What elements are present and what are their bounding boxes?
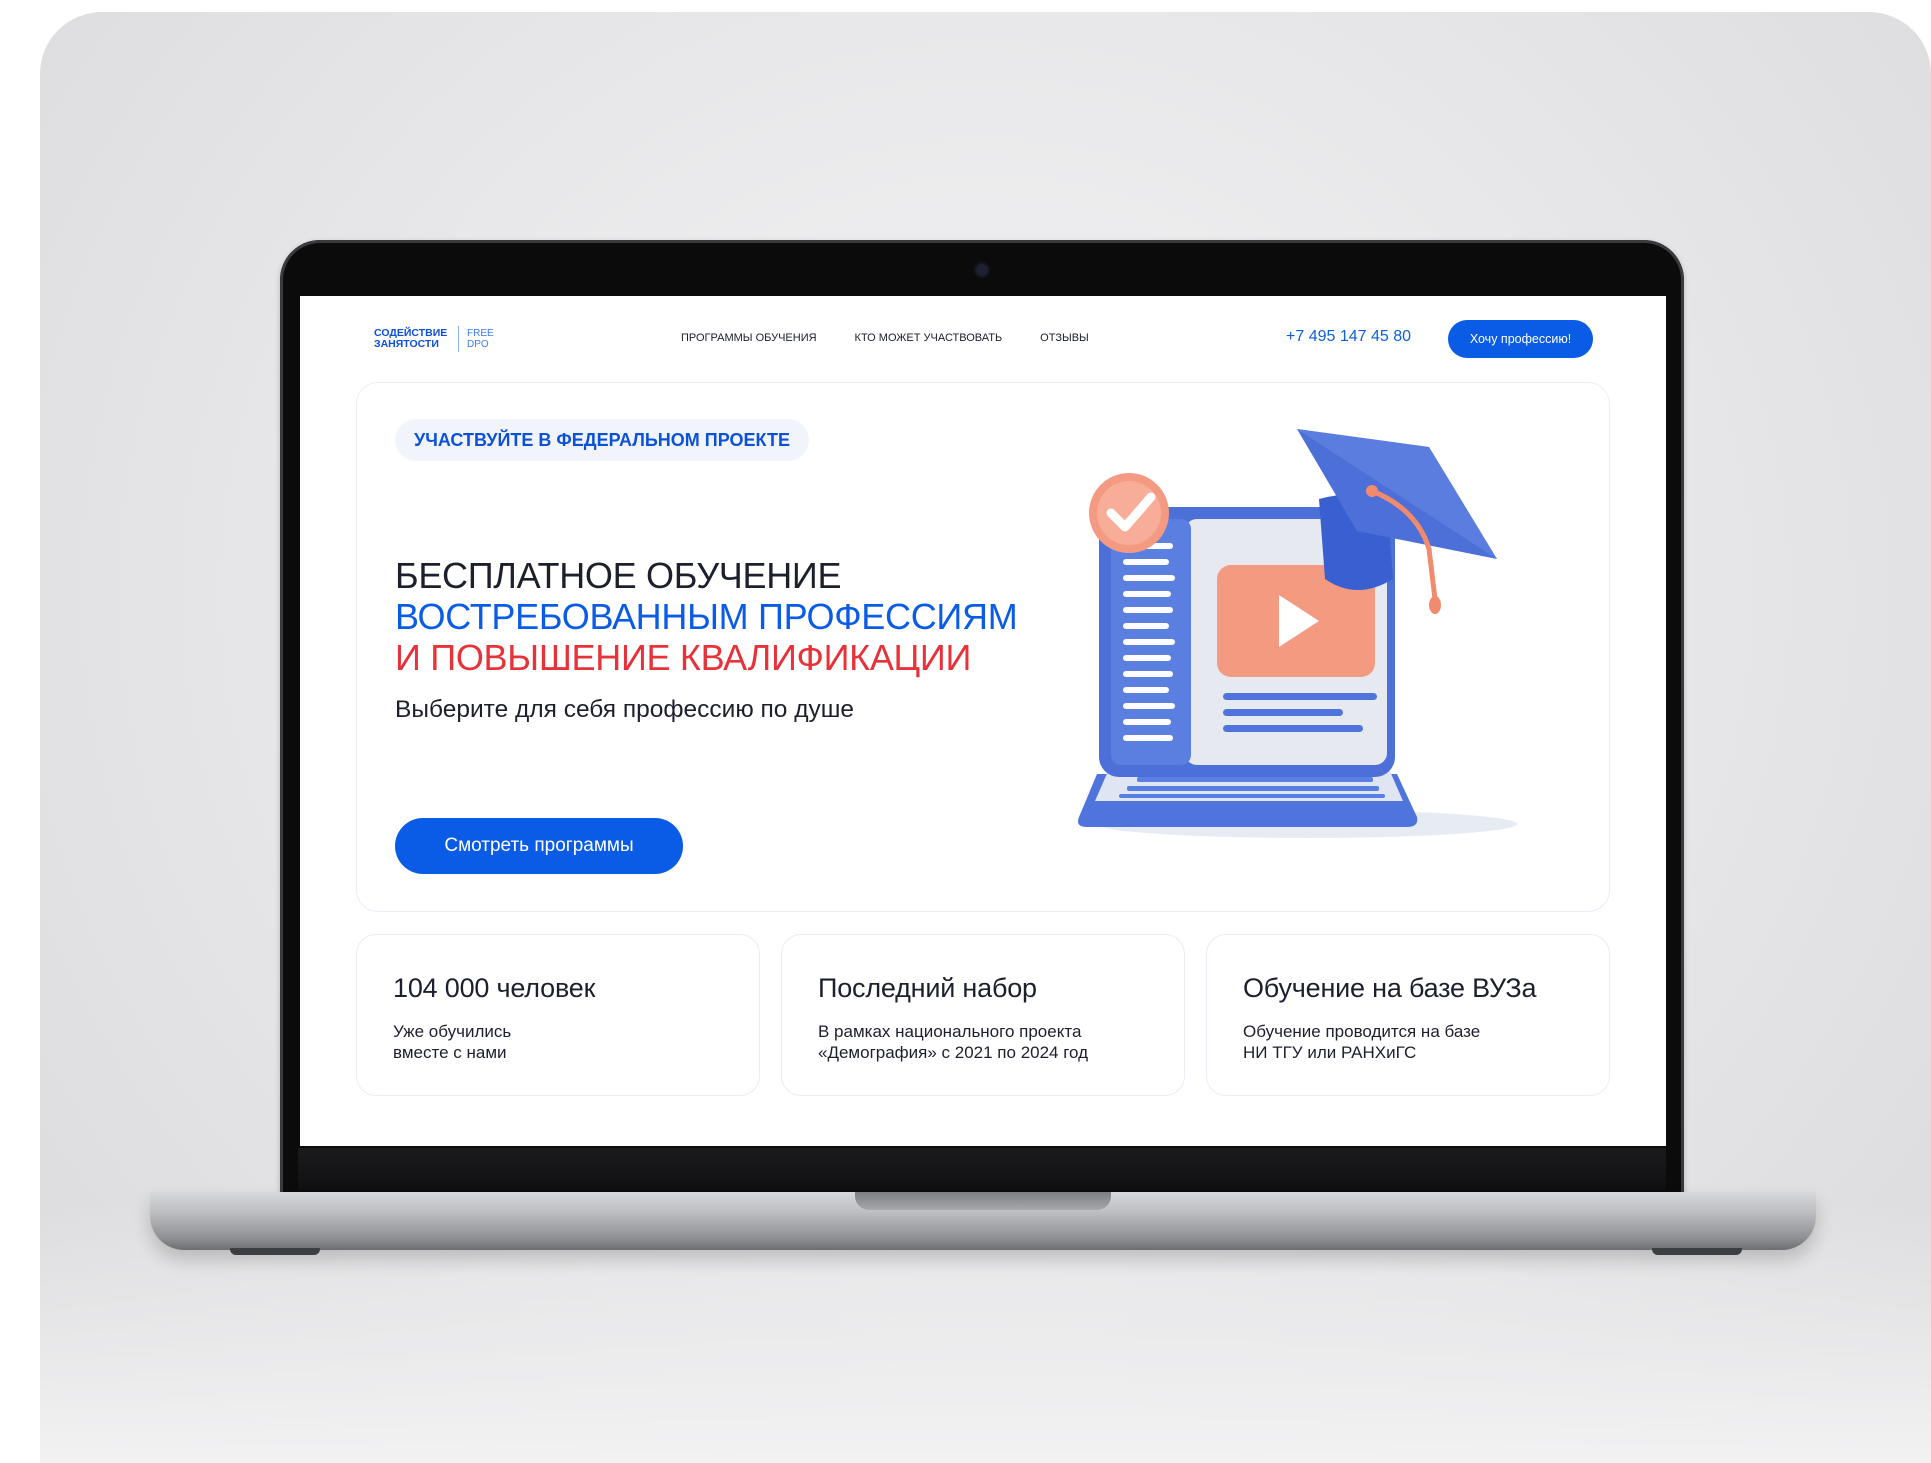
website-screen: СОДЕЙСТВИЕ ЗАНЯТОСТИ FREE DPO ПРОГРАММЫ … (300, 296, 1666, 1146)
stat-description: В рамках национального проекта «Демограф… (818, 1022, 1089, 1062)
checkmark-badge-icon (1089, 473, 1169, 553)
stat-card-last-intake: Последний набор В рамках национального п… (781, 934, 1185, 1096)
phone-link[interactable]: +7 495 147 45 80 (1286, 328, 1411, 346)
stat-title: 104 000 человек (393, 973, 596, 1003)
stat-card-university: Обучение на базе ВУЗа Обучение проводитс… (1206, 934, 1610, 1096)
site-header: СОДЕЙСТВИЕ ЗАНЯТОСТИ FREE DPO ПРОГРАММЫ … (300, 296, 1666, 384)
nav-programs[interactable]: ПРОГРАММЫ ОБУЧЕНИЯ (681, 332, 817, 344)
site-logo[interactable]: СОДЕЙСТВИЕ ЗАНЯТОСТИ FREE DPO (374, 326, 497, 352)
laptop-foot-right (1652, 1248, 1742, 1255)
view-programs-button[interactable]: Смотреть программы (395, 818, 683, 874)
hero-subtitle: Выберите для себя профессию по душе (395, 696, 855, 723)
hero-card: УЧАСТВУЙТЕ В ФЕДЕРАЛЬНОМ ПРОЕКТЕ БЕСПЛАТ… (356, 382, 1610, 912)
main-nav: ПРОГРАММЫ ОБУЧЕНИЯ КТО МОЖЕТ УЧАСТВОВАТЬ… (681, 332, 1089, 344)
laptop-bottom-bezel (298, 1148, 1666, 1190)
stat-title: Обучение на базе ВУЗа (1243, 973, 1537, 1003)
laptop-foot-left (230, 1248, 320, 1255)
camera-icon (976, 264, 988, 276)
hero-title-line3: И ПОВЫШЕНИЕ КВАЛИФИКАЦИИ (395, 637, 972, 678)
stat-description: Обучение проводится на базе НИ ТГУ или Р… (1243, 1022, 1481, 1062)
logo-main-text: СОДЕЙСТВИЕ ЗАНЯТОСТИ (374, 326, 448, 350)
hero-title-line1: БЕСПЛАТНОЕ ОБУЧЕНИЕ (395, 555, 842, 596)
stat-description: Уже обучились вместе с нами (393, 1022, 512, 1062)
laptop-notch (855, 1192, 1111, 1210)
nav-reviews[interactable]: ОТЗЫВЫ (1040, 332, 1089, 344)
stat-card-graduates: 104 000 человек Уже обучились вместе с н… (356, 934, 760, 1096)
logo-divider (458, 326, 459, 352)
federal-project-badge: УЧАСТВУЙТЕ В ФЕДЕРАЛЬНОМ ПРОЕКТЕ (395, 419, 809, 461)
nav-who-can-participate[interactable]: КТО МОЖЕТ УЧАСТВОВАТЬ (855, 332, 1003, 344)
want-profession-button[interactable]: Хочу профессию! (1448, 320, 1593, 358)
hero-title-line2: ВОСТРЕБОВАННЫМ ПРОФЕССИЯМ (395, 596, 1018, 637)
logo-sub-text: FREE DPO (467, 327, 494, 351)
hero-title: БЕСПЛАТНОЕ ОБУЧЕНИЕ ВОСТРЕБОВАННЫМ ПРОФЕ… (395, 555, 1018, 678)
stat-title: Последний набор (818, 973, 1037, 1003)
laptop-illustration (1078, 429, 1517, 838)
